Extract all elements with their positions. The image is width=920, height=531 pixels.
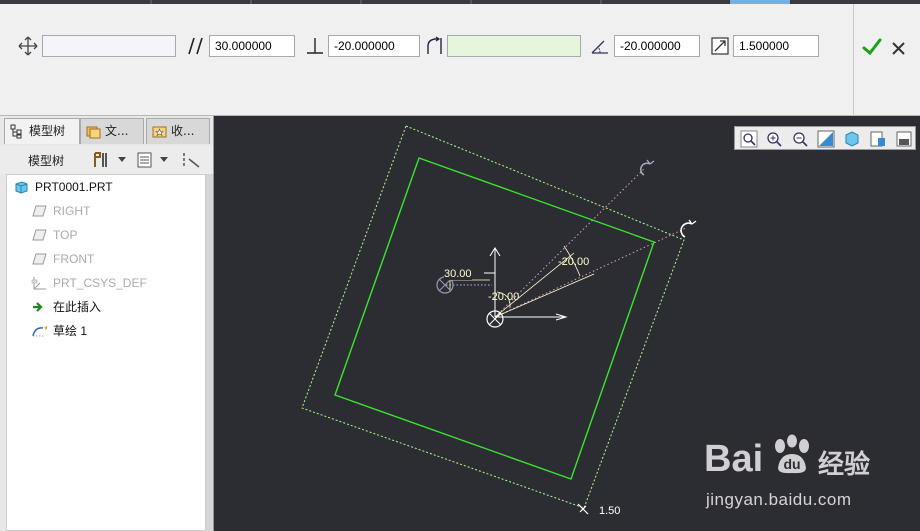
datum-plane-icon: [32, 253, 47, 265]
perpendicular-icon: [307, 38, 323, 54]
dim-label-parallel[interactable]: 30.00: [444, 268, 472, 280]
offset-field[interactable]: [42, 35, 176, 57]
accept-icon[interactable]: [862, 37, 882, 57]
zoom-fit-icon[interactable]: [740, 130, 758, 148]
rotate-handle-icon[interactable]: [680, 219, 697, 238]
insert-arrow-icon: [33, 302, 43, 312]
sketch-icon: [32, 325, 47, 337]
watermark-url: jingyan.baidu.com: [706, 490, 852, 509]
zoom-out-icon[interactable]: [791, 130, 809, 148]
repaint-icon[interactable]: [817, 130, 835, 148]
datum-plane-icon: [32, 205, 47, 217]
filter-icon[interactable]: [180, 151, 202, 169]
csys-icon: [31, 277, 46, 290]
part-icon: [15, 181, 28, 194]
chevron-down-icon[interactable]: [160, 157, 168, 163]
tree-item-insert-here[interactable]: 在此插入: [31, 297, 101, 317]
model-tree: PRT0001.PRT RIGHT TOP FRONT PRT_CSYS_DEF…: [6, 174, 206, 531]
tree-item-front[interactable]: FRONT: [31, 249, 94, 269]
model-tree-toolbar: 模型树: [0, 146, 213, 174]
tree-scrollbar[interactable]: [206, 174, 213, 531]
tab-label: 模型树: [29, 124, 66, 138]
transform-dashboard: 30.000000 -20.000000 -20.000000 1.500000: [0, 4, 920, 116]
dim-label-scale[interactable]: 1.50: [599, 505, 620, 517]
dashboard-separator: [853, 4, 854, 116]
move-icon: [18, 36, 38, 56]
zoom-in-icon[interactable]: [765, 130, 783, 148]
scale-handle-icon[interactable]: [577, 503, 589, 515]
rotation-field[interactable]: [447, 35, 581, 57]
view-toolbar: [734, 126, 916, 150]
model-tree-icon: [10, 124, 22, 139]
tree-item-right[interactable]: RIGHT: [31, 201, 90, 221]
saved-views-icon[interactable]: [869, 130, 887, 148]
tab-label: 收...: [171, 124, 195, 138]
display-settings-icon[interactable]: [895, 130, 913, 148]
watermark-logo: Bai du 经验 jingyan.baidu.com: [700, 430, 910, 525]
tree-item-part[interactable]: PRT0001.PRT: [13, 177, 113, 197]
watermark-brand: Bai: [704, 438, 764, 480]
favorites-icon: [152, 126, 167, 138]
tree-item-sketch[interactable]: 草绘 1: [31, 321, 87, 341]
tab-label: 文...: [105, 124, 129, 138]
parallel-icon: [188, 37, 203, 55]
show-list-icon[interactable]: [136, 151, 154, 169]
tree-item-top[interactable]: TOP: [31, 225, 77, 245]
watermark-brand-tail: 经验: [818, 450, 871, 480]
svg-text:du: du: [783, 456, 800, 472]
dim-label-angle[interactable]: -20.00: [558, 256, 589, 268]
rotate-icon: [427, 36, 442, 54]
rotate-handle-icon[interactable]: [640, 159, 655, 176]
paw-icon: du: [775, 434, 809, 474]
tab-favorites[interactable]: 收...: [146, 118, 210, 144]
angle-icon: [591, 40, 608, 54]
perpendicular-offset-field[interactable]: -20.000000: [328, 35, 420, 57]
model-tree-label: 模型树: [28, 154, 65, 168]
scale-icon: [711, 37, 729, 55]
cancel-icon[interactable]: [889, 39, 909, 59]
settings-tools-icon[interactable]: [92, 151, 112, 169]
tree-item-csys[interactable]: PRT_CSYS_DEF: [31, 273, 147, 293]
chevron-down-icon[interactable]: [118, 157, 126, 163]
datum-plane-icon: [32, 229, 47, 241]
scale-field[interactable]: 1.500000: [733, 35, 819, 57]
tab-files[interactable]: 文...: [80, 118, 144, 144]
folder-icon: [86, 126, 101, 139]
dim-label-perpendicular[interactable]: -20.00: [488, 291, 519, 303]
graphics-viewport[interactable]: 30.00 -20.00 -20.00 1.50 Bai du 经验 jingy…: [214, 116, 920, 531]
parallel-offset-field[interactable]: 30.000000: [209, 35, 295, 57]
shaded-view-icon[interactable]: [843, 130, 861, 148]
tab-model-tree[interactable]: 模型树: [4, 118, 80, 144]
angle-field[interactable]: -20.000000: [614, 35, 700, 57]
navigator-panel: 模型树 文... 收... 模型树 PRT0001.PRT RIGHT TOP …: [0, 116, 214, 531]
